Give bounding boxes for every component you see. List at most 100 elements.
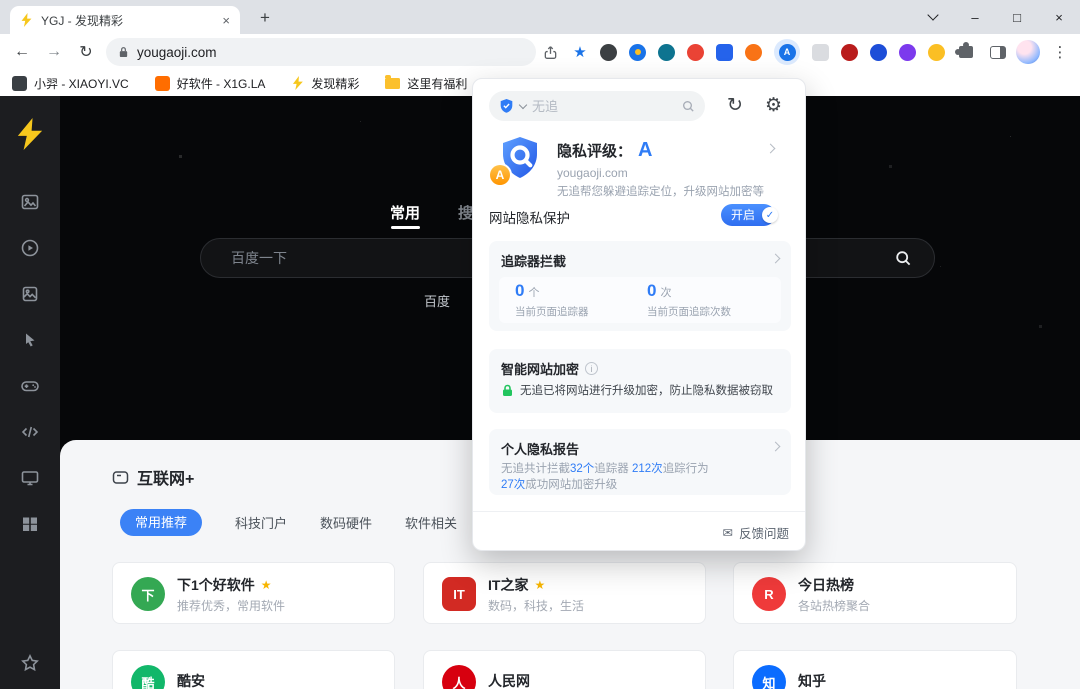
extension-icon-3[interactable] (658, 44, 675, 61)
share-icon[interactable] (536, 34, 564, 70)
card-title: 下1个好软件 (177, 575, 255, 595)
tracker-card-title: 追踪器拦截 (501, 251, 566, 270)
extension-icon-8[interactable] (812, 44, 829, 61)
windows-icon[interactable] (20, 514, 40, 534)
display-icon[interactable] (20, 468, 40, 488)
extension-icon-6[interactable] (745, 44, 762, 61)
extension-icon-2[interactable] (629, 44, 646, 61)
popup-search-box[interactable] (489, 91, 705, 121)
site-card[interactable]: IT IT之家★ 数码，科技，生活 (423, 562, 706, 624)
back-button[interactable]: ← (8, 34, 36, 70)
site-card[interactable]: 人 人民网 (423, 650, 706, 689)
minimize-button[interactable]: – (954, 0, 996, 34)
section-title: 互联网+ (137, 465, 194, 489)
popup-refresh-icon[interactable]: ↻ (727, 93, 743, 119)
window-menu-button[interactable] (912, 0, 954, 34)
maximize-button[interactable]: □ (996, 0, 1038, 34)
games-icon[interactable] (20, 376, 40, 396)
bookmark-favicon-icon (155, 76, 170, 91)
browser-menu-icon[interactable]: ⋮ (1046, 34, 1074, 70)
report-text: 追踪行为 (663, 463, 709, 475)
extension-icon-5[interactable] (716, 44, 733, 61)
card-title: 人民网 (488, 671, 530, 689)
card-desc: 推荐优秀，常用软件 (177, 597, 285, 614)
cursor-icon[interactable] (20, 330, 40, 350)
starfield-decoration (60, 96, 61, 97)
browser-tab[interactable]: YGJ - 发现精彩 × (10, 6, 240, 34)
bookmark-folder[interactable]: 这里有福利 (385, 75, 467, 92)
wuzhui-extension-active[interactable]: A (774, 39, 800, 65)
tracker-card[interactable]: 追踪器拦截 0个 当前页面追踪器 0次 当前页面追踪次数 (489, 241, 791, 331)
site-sidebar (0, 96, 60, 689)
extension-icon-1[interactable] (600, 44, 617, 61)
stat-unit: 个 (528, 284, 539, 300)
card-icon: 酷 (131, 665, 165, 689)
engine-label[interactable]: 百度 (424, 291, 450, 310)
image-icon[interactable] (20, 192, 40, 212)
protection-toggle[interactable]: 开启 ✓ (721, 204, 775, 226)
encryption-card[interactable]: 智能网站加密i 无追已将网站进行升级加密，防止隐私数据被窃取 (489, 349, 791, 413)
pill-hardware[interactable]: 数码硬件 (320, 513, 372, 532)
bookmark-star-icon[interactable]: ★ (566, 34, 594, 70)
site-card[interactable]: 酷 酷安 (112, 650, 395, 689)
bookmark-item[interactable]: 好软件 - X1G.LA (155, 75, 266, 92)
rating-badge: A (490, 165, 510, 185)
side-panel-icon[interactable] (984, 34, 1012, 70)
extension-icon-10[interactable] (870, 44, 887, 61)
extension-icon-11[interactable] (899, 44, 916, 61)
video-icon[interactable] (20, 238, 40, 258)
favorites-star-icon[interactable] (20, 653, 40, 673)
pill-tech-portal[interactable]: 科技门户 (235, 513, 287, 532)
popup-site-desc: 无追帮您躲避追踪定位，升级网站加密等 (557, 183, 764, 199)
report-text: 无追共计拦截 (501, 463, 570, 475)
pill-recommended[interactable]: 常用推荐 (120, 509, 202, 536)
url-input[interactable] (137, 45, 524, 60)
popup-search-input[interactable] (532, 99, 676, 114)
bookmark-label: 这里有福利 (407, 75, 467, 92)
chevron-right-icon[interactable] (771, 442, 781, 452)
extension-icons: A (600, 34, 945, 70)
panel-shape (990, 46, 1006, 59)
profile-avatar[interactable] (1014, 34, 1042, 70)
settings-gear-icon[interactable]: ⚙ (765, 93, 782, 119)
address-bar[interactable] (106, 38, 536, 66)
tracker-stats: 0个 当前页面追踪器 0次 当前页面追踪次数 (499, 277, 781, 323)
gallery-icon[interactable] (20, 284, 40, 304)
forward-button[interactable]: → (40, 34, 68, 70)
tab-common[interactable]: 常用 (390, 202, 420, 223)
section-header: 互联网+ (112, 465, 194, 489)
new-tab-button[interactable]: + (252, 5, 278, 31)
chevron-right-icon[interactable] (771, 254, 781, 264)
site-logo[interactable] (14, 118, 46, 150)
extensions-puzzle-icon[interactable] (952, 34, 980, 70)
bookmark-item[interactable]: 小羿 - XIAOYI.VC (12, 75, 129, 92)
info-icon[interactable]: i (585, 362, 598, 375)
card-title: IT之家 (488, 575, 528, 595)
feedback-link[interactable]: ✉ 反馈问题 (723, 523, 790, 542)
bookmark-label: 小羿 - XIAOYI.VC (34, 75, 129, 92)
stat-value: 0 (647, 281, 656, 301)
report-number: 212次 (632, 463, 663, 475)
popup-site-domain: yougaoji.com (557, 166, 628, 180)
code-icon[interactable] (20, 422, 40, 442)
extension-icon-12[interactable] (928, 44, 945, 61)
refresh-button[interactable]: ↻ (72, 34, 100, 70)
site-card[interactable]: 知 知乎 (733, 650, 1017, 689)
chevron-down-icon[interactable] (519, 100, 527, 108)
bookmark-item[interactable]: 发现精彩 (291, 75, 359, 92)
site-card[interactable]: R 今日热榜 各站热榜聚合 (733, 562, 1017, 624)
chevron-right-icon[interactable] (766, 144, 776, 154)
search-icon[interactable] (895, 250, 912, 267)
privacy-rating-row[interactable]: 隐私评级： A (557, 139, 652, 162)
check-icon: ✓ (762, 207, 778, 223)
pill-software[interactable]: 软件相关 (405, 513, 457, 532)
extension-icon-4[interactable] (687, 44, 704, 61)
site-card[interactable]: 下 下1个好软件★ 推荐优秀，常用软件 (112, 562, 395, 624)
close-button[interactable]: × (1038, 0, 1080, 34)
report-card[interactable]: 个人隐私报告 无追共计拦截32个追踪器 212次追踪行为 27次成功网站加密升级 (489, 429, 791, 495)
tab-close-icon[interactable]: × (222, 14, 230, 27)
window-controls: – □ × (912, 0, 1080, 34)
extension-icon-9[interactable] (841, 44, 858, 61)
bookmark-label: 好软件 - X1G.LA (177, 75, 266, 92)
bookmark-label: 发现精彩 (311, 75, 359, 92)
